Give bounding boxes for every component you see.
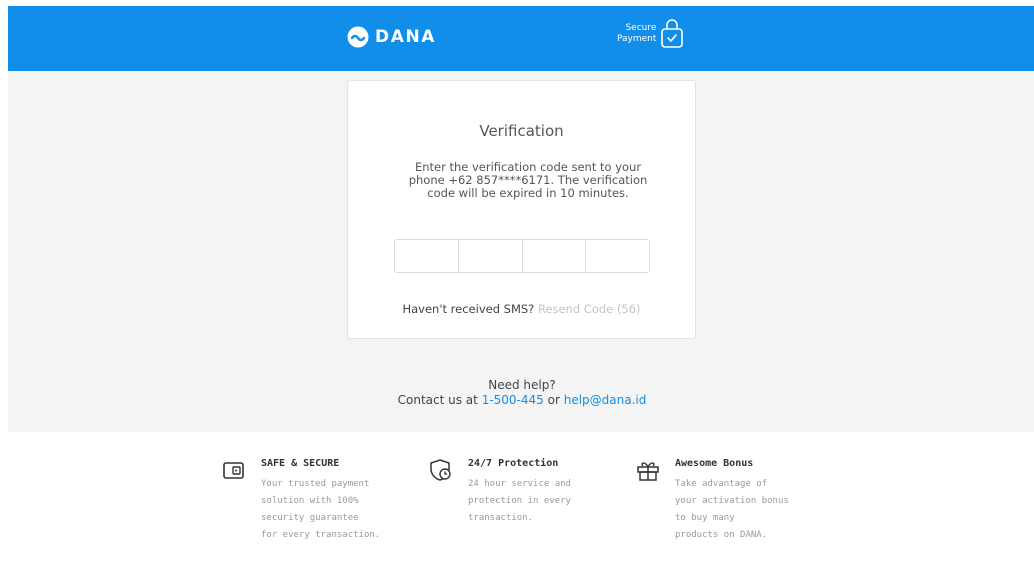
help-section: Need help? Contact us at 1-500-445 or he… bbox=[0, 378, 1034, 408]
otp-digit-1[interactable] bbox=[395, 240, 459, 272]
header-bar bbox=[8, 6, 1034, 71]
otp-input-group bbox=[394, 239, 650, 273]
feature-title: SAFE & SECURE bbox=[261, 458, 340, 469]
contact-or: or bbox=[547, 393, 560, 407]
verification-title: Verification bbox=[479, 122, 564, 140]
feature-title: Awesome Bonus bbox=[675, 458, 754, 469]
verification-card: Verification Enter the verification code… bbox=[347, 80, 696, 339]
wallet-icon bbox=[223, 462, 244, 479]
help-title: Need help? bbox=[488, 378, 556, 392]
secure-bag-icon bbox=[661, 19, 684, 48]
contact-prefix: Contact us at bbox=[397, 393, 478, 407]
dana-logo[interactable]: DANA bbox=[347, 26, 436, 48]
secure-payment-badge: Secure Payment bbox=[617, 19, 684, 49]
feature-description: Take advantage of your activation bonus … bbox=[675, 479, 789, 540]
help-email-link[interactable]: help@dana.id bbox=[564, 393, 647, 407]
logo-text: DANA bbox=[375, 27, 437, 47]
resend-code-link[interactable]: Resend Code (56) bbox=[538, 302, 641, 316]
otp-digit-4[interactable] bbox=[586, 240, 649, 272]
feature-description: 24 hour service and protection in every … bbox=[468, 479, 571, 523]
resend-row: Haven't received SMS? Resend Code (56) bbox=[348, 302, 695, 316]
otp-digit-3[interactable] bbox=[522, 240, 587, 272]
dana-logo-icon bbox=[347, 26, 369, 48]
gift-icon bbox=[637, 462, 659, 481]
shield-clock-icon bbox=[430, 459, 451, 481]
payment-label: Payment bbox=[617, 34, 657, 44]
otp-digit-2[interactable] bbox=[458, 240, 523, 272]
feature-description: Your trusted payment solution with 100% … bbox=[261, 479, 381, 540]
verification-description: Enter the verification code sent to your… bbox=[408, 160, 648, 200]
secure-label: Secure bbox=[625, 23, 657, 33]
help-phone-link[interactable]: 1-500-445 bbox=[482, 393, 544, 407]
resend-prompt: Haven't received SMS? bbox=[402, 302, 535, 316]
feature-title: 24/7 Protection bbox=[468, 458, 559, 469]
